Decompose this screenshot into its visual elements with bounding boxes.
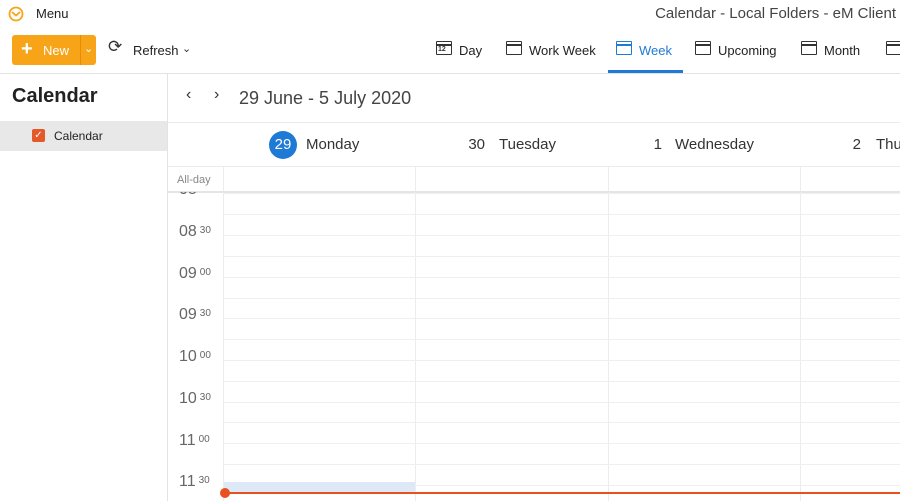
calendar-week-icon	[616, 41, 632, 55]
all-day-label: All-day	[177, 174, 211, 186]
next-week-button[interactable]: ›	[214, 86, 219, 104]
tab-more-views[interactable]	[886, 36, 900, 73]
menu-button[interactable]: Menu	[36, 6, 69, 21]
chevron-down-icon: ⌄	[84, 43, 94, 55]
grid-line	[224, 422, 900, 423]
chevron-down-icon[interactable]: ⌄	[182, 42, 191, 55]
day-name: Tuesday	[499, 136, 556, 153]
grid-line	[224, 235, 900, 236]
time-label: 09 30	[179, 306, 211, 323]
calendar-workweek-icon	[506, 41, 522, 55]
tab-upcoming[interactable]: Upcoming	[695, 36, 780, 73]
column-divider	[800, 167, 801, 191]
current-time-line	[224, 492, 900, 494]
date-range-title: 29 June - 5 July 2020	[239, 88, 412, 108]
window-title: Calendar - Local Folders - eM Client	[655, 5, 896, 22]
grid-line	[224, 339, 900, 340]
grid-line	[224, 277, 900, 278]
tab-week[interactable]: Week	[608, 36, 683, 73]
grid-line	[224, 193, 900, 194]
calendar-checkbox[interactable]: ✓	[32, 129, 45, 142]
calendar-main: ‹ › 29 June - 5 July 2020 29 Monday 30 T…	[168, 73, 900, 501]
time-label: 0800	[179, 192, 211, 199]
tab-day[interactable]: 12 Day	[436, 36, 486, 73]
day-header-wednesday[interactable]: 1 Wednesday	[608, 123, 800, 167]
refresh-button-label: Refresh	[133, 43, 179, 58]
time-grid[interactable]: 0800 0830 0900 0930 1000 1030 1100 1130	[168, 192, 900, 501]
titlebar: Menu Calendar - Local Folders - eM Clien…	[0, 0, 900, 28]
column-divider	[800, 192, 801, 501]
grid-line	[224, 214, 900, 215]
tab-month[interactable]: Month	[801, 36, 866, 73]
day-number-today: 29	[269, 131, 297, 159]
grid-line	[224, 381, 900, 382]
tab-week-label: Week	[639, 43, 672, 58]
time-label: 10 30	[179, 390, 211, 407]
new-button: + New ⌄	[12, 35, 96, 65]
day-name: Wednesday	[675, 136, 754, 153]
grid-line	[224, 256, 900, 257]
day-header-monday[interactable]: 29 Monday	[224, 123, 415, 167]
grid-line	[224, 402, 900, 403]
grid-line	[224, 318, 900, 319]
sidebar: Calendar ✓ Calendar	[0, 73, 168, 501]
new-button-main[interactable]: + New	[12, 35, 80, 65]
tab-work-week[interactable]: Work Week	[506, 36, 596, 73]
calendar-month-icon	[801, 41, 817, 55]
day-header-tuesday[interactable]: 30 Tuesday	[415, 123, 608, 167]
previous-week-button[interactable]: ‹	[186, 86, 191, 104]
day-number: 2	[852, 136, 861, 153]
all-day-row[interactable]: All-day	[168, 166, 900, 193]
grid-line	[224, 464, 900, 465]
current-time-dot	[220, 488, 230, 498]
day-number: 1	[653, 136, 662, 153]
calendar-upcoming-icon	[695, 41, 711, 55]
tab-work-week-label: Work Week	[529, 43, 596, 58]
tab-day-label: Day	[459, 43, 483, 58]
time-label: 09 00	[179, 265, 211, 282]
calendar-day-icon: 12	[436, 41, 452, 55]
toolbar: + New ⌄ ⟳ Refresh ⌄ 12 Day Work Week Wee…	[0, 28, 900, 73]
day-header-thursday[interactable]: 2 Thu	[800, 123, 900, 167]
column-divider	[223, 192, 224, 501]
new-dropdown-button[interactable]: ⌄	[80, 35, 97, 65]
calendar-list-icon	[886, 41, 900, 55]
refresh-icon: ⟳	[108, 37, 123, 56]
grid-line	[224, 298, 900, 299]
column-divider	[608, 192, 609, 501]
time-label: 08 30	[179, 223, 211, 240]
column-divider	[415, 192, 416, 501]
plus-icon: +	[21, 38, 33, 60]
days-header: 29 Monday 30 Tuesday 1 Wednesday 2 Thu	[168, 122, 900, 167]
column-divider	[608, 167, 609, 191]
tab-upcoming-label: Upcoming	[718, 43, 777, 58]
time-label: 10 00	[179, 348, 211, 365]
sidebar-item-calendar[interactable]: ✓ Calendar	[0, 121, 167, 151]
sidebar-item-label: Calendar	[54, 129, 103, 143]
tab-month-label: Month	[824, 43, 861, 58]
refresh-button[interactable]: ⟳ Refresh ⌄	[108, 37, 198, 62]
day-number: 30	[468, 136, 485, 153]
new-button-label: New	[43, 43, 70, 58]
em-client-logo-icon[interactable]	[8, 6, 24, 22]
time-label: 11 30	[179, 473, 210, 490]
time-label: 11 00	[179, 432, 210, 449]
sidebar-title: Calendar	[12, 85, 98, 107]
day-name: Monday	[306, 136, 360, 153]
grid-line	[224, 443, 900, 444]
column-divider	[223, 167, 224, 191]
column-divider	[415, 167, 416, 191]
day-name: Thu	[876, 136, 900, 153]
grid-line	[224, 360, 900, 361]
